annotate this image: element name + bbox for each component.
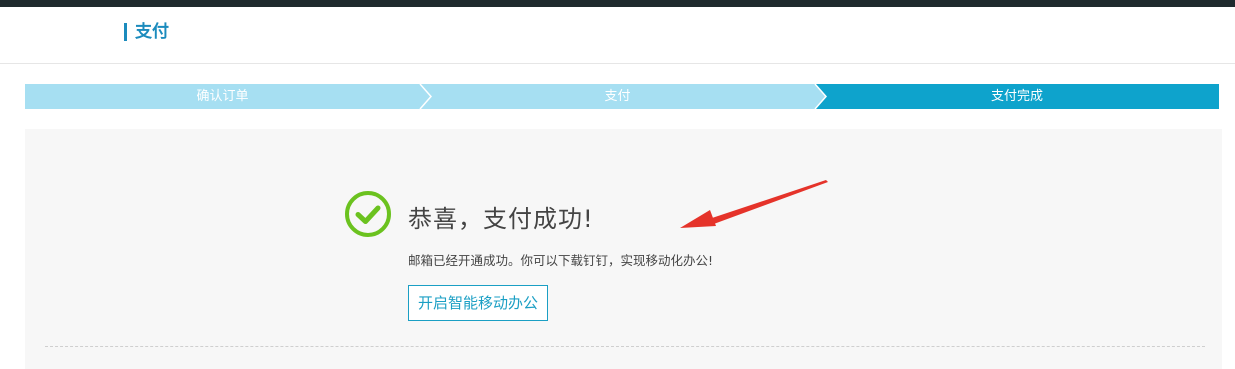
progress-steps: 确认订单 支付 支付完成 <box>25 84 1219 109</box>
step-separator-icon <box>409 84 432 109</box>
success-title: 恭喜，支付成功! <box>408 205 594 233</box>
red-arrow-annotation-icon <box>680 180 828 228</box>
step-pay-complete: 支付完成 <box>815 84 1219 109</box>
success-description: 邮箱已经开通成功。你可以下载钉钉，实现移动化办公! <box>408 253 714 268</box>
step-pay: 支付 <box>420 84 815 109</box>
page-header: 支付 <box>0 7 1235 64</box>
step-separator-icon <box>804 84 828 109</box>
top-bar <box>0 0 1235 7</box>
open-mobile-office-button[interactable]: 开启智能移动办公 <box>408 285 548 321</box>
page-title: 支付 <box>124 23 169 41</box>
check-circle-icon <box>345 191 391 237</box>
dashed-divider <box>45 346 1205 347</box>
result-panel <box>25 129 1222 369</box>
step-confirm-order: 确认订单 <box>25 84 420 109</box>
